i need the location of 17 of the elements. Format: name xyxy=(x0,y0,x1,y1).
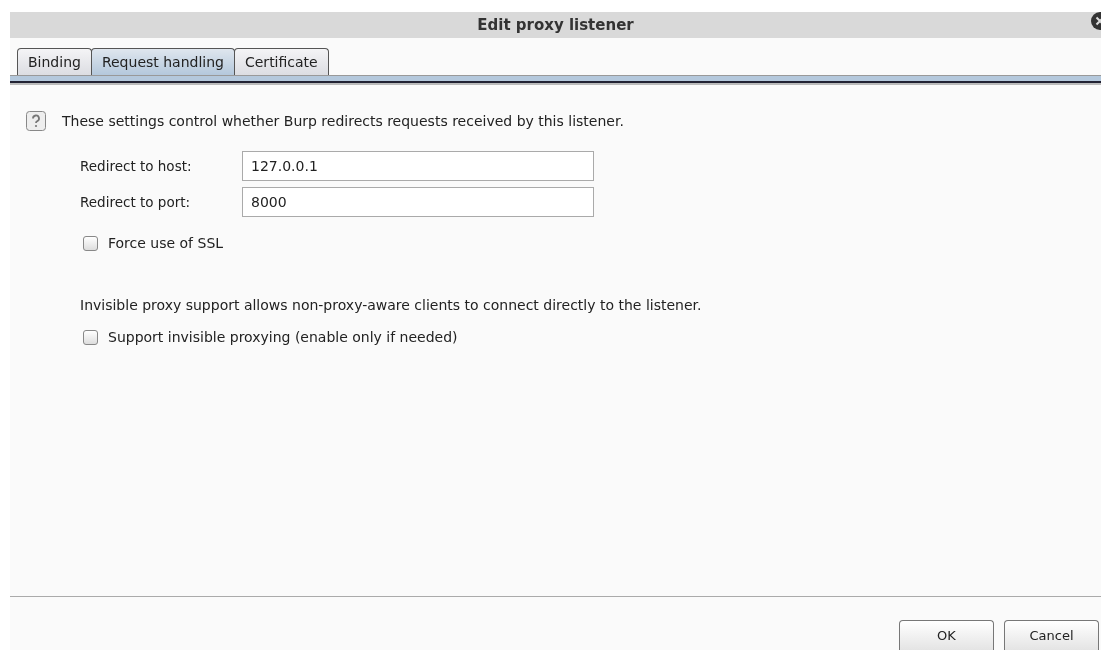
field-label: Redirect to host: xyxy=(80,158,193,174)
input-field[interactable]: 127.0.0.1 xyxy=(242,151,594,181)
window-title: Edit proxy listener xyxy=(477,16,634,34)
checkbox-label: Support invisible proxying (enable only if needed) xyxy=(108,329,458,345)
help-icon xyxy=(26,111,46,131)
note-text: Invisible proxy support allows non-proxy-aware clients to connect directly to the listener. xyxy=(80,297,703,313)
ok-button[interactable]: OK xyxy=(899,620,994,650)
cancel-button[interactable]: Cancel xyxy=(1004,620,1099,650)
checkbox[interactable] xyxy=(83,235,98,251)
tab[interactable]: Binding xyxy=(17,48,92,75)
checkbox-label: Force use of SSL xyxy=(108,235,224,251)
intro-text: These settings control whether Burp redirects requests received by this listener. xyxy=(62,113,624,129)
checkbox[interactable] xyxy=(83,329,98,345)
input-field[interactable]: 8000 xyxy=(242,187,594,217)
tab[interactable]: Certificate xyxy=(234,48,329,75)
field-label: Redirect to port: xyxy=(80,194,192,210)
tab[interactable]: Request handling xyxy=(90,48,235,75)
